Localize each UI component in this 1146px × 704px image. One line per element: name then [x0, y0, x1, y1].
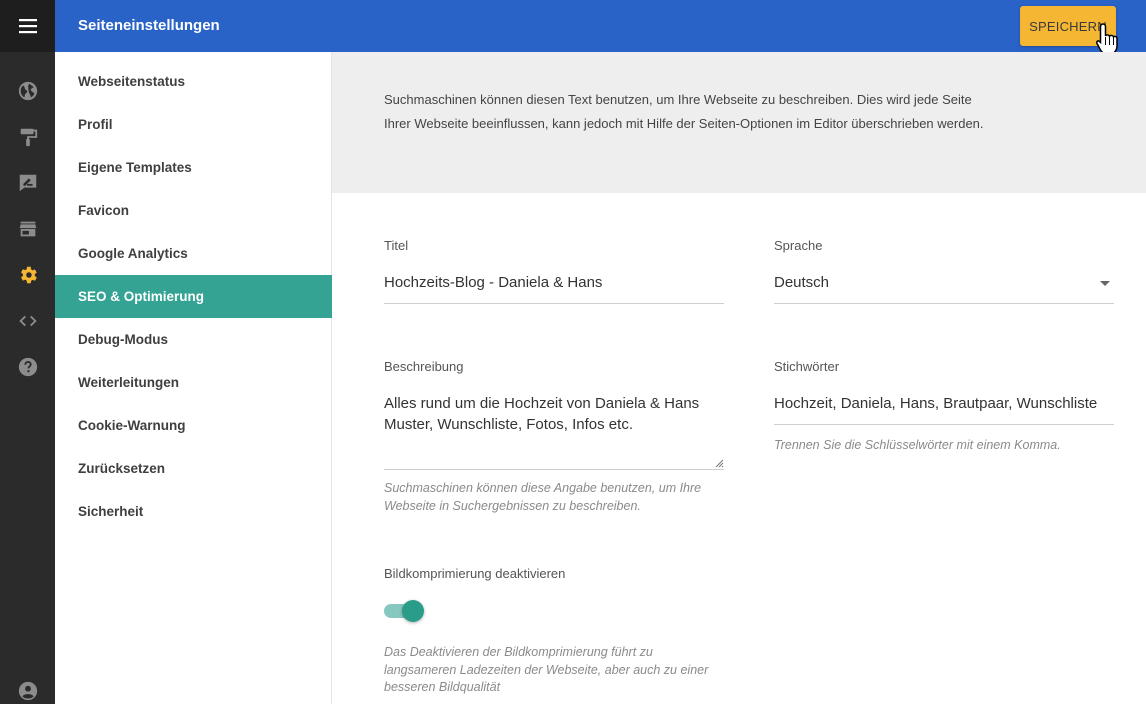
page-title: Seiteneinstellungen [78, 17, 220, 34]
rail-item-settings[interactable] [0, 257, 55, 293]
compression-label: Bildkomprimierung deaktivieren [384, 566, 566, 581]
rail-item-help[interactable] [0, 349, 55, 385]
keywords-hint: Trennen Sie die Schlüsselwörter mit eine… [774, 438, 1061, 452]
menu-item-zuruecksetzen[interactable]: Zurücksetzen [55, 447, 332, 490]
description-hint: Suchmaschinen können diese Angabe benutz… [384, 481, 702, 513]
language-label: Sprache [774, 238, 823, 253]
description-text: Alles rund um die Hochzeit von Daniela &… [384, 395, 700, 433]
menu-item-sicherheit[interactable]: Sicherheit [55, 490, 332, 533]
menu-item-google-analytics[interactable]: Google Analytics [55, 232, 332, 275]
help-icon [18, 357, 37, 377]
store-icon [19, 221, 36, 237]
rail-item-code[interactable] [0, 303, 55, 339]
compression-toggle[interactable] [384, 600, 424, 622]
keywords-label: Stichwörter [774, 359, 840, 374]
intro-text: Suchmaschinen können diesen Text benutze… [384, 92, 984, 131]
rail-item-content[interactable] [0, 165, 55, 201]
menu-item-favicon[interactable]: Favicon [55, 189, 332, 232]
keywords-input[interactable]: Hochzeit, Daniela, Hans, Brautpaar, Wuns… [774, 383, 1114, 425]
intro-box: Suchmaschinen können diesen Text benutze… [332, 52, 1146, 193]
dropdown-arrow-icon [1100, 281, 1110, 286]
menu-item-profil[interactable]: Profil [55, 103, 332, 146]
menu-item-eigene-templates[interactable]: Eigene Templates [55, 146, 332, 189]
seo-settings-panel: Suchmaschinen können diesen Text benutze… [332, 52, 1146, 704]
description-textarea[interactable]: Alles rund um die Hochzeit von Daniela &… [384, 389, 724, 470]
menu-icon [18, 19, 37, 34]
paint-roller-icon [20, 128, 37, 147]
menu-item-cookie-warnung[interactable]: Cookie-Warnung [55, 404, 332, 447]
settings-menu: Webseitenstatus Profil Eigene Templates … [55, 52, 332, 704]
resize-grip-icon[interactable] [715, 459, 724, 468]
description-label: Beschreibung [384, 359, 464, 374]
title-input[interactable]: Hochzeits-Blog - Daniela & Hans [384, 262, 724, 304]
save-button[interactable]: SPEICHERN [1020, 6, 1116, 46]
rail-item-design[interactable] [0, 119, 55, 155]
compression-hint: Das Deaktivieren der Bildkomprimierung f… [384, 645, 709, 694]
menu-item-debug-modus[interactable]: Debug-Modus [55, 318, 332, 361]
language-selected-value: Deutsch [774, 274, 830, 291]
menu-item-seo-optimierung[interactable]: SEO & Optimierung [55, 275, 332, 318]
rail-item-account[interactable] [0, 673, 55, 704]
language-select[interactable]: Deutsch [774, 262, 1114, 304]
account-icon [18, 681, 37, 701]
edit-note-icon [19, 174, 36, 192]
globe-icon [18, 81, 37, 101]
code-icon [18, 315, 37, 327]
rail-item-website[interactable] [0, 73, 55, 109]
rail-item-store[interactable] [0, 211, 55, 247]
menu-item-weiterleitungen[interactable]: Weiterleitungen [55, 361, 332, 404]
menu-item-webseitenstatus[interactable]: Webseitenstatus [55, 60, 332, 103]
title-label: Titel [384, 238, 409, 253]
icon-rail [0, 0, 55, 704]
header-bar: Seiteneinstellungen SPEICHERN [55, 0, 1146, 52]
gear-icon [20, 266, 37, 284]
menu-button[interactable] [0, 0, 55, 52]
toggle-knob [402, 600, 424, 622]
